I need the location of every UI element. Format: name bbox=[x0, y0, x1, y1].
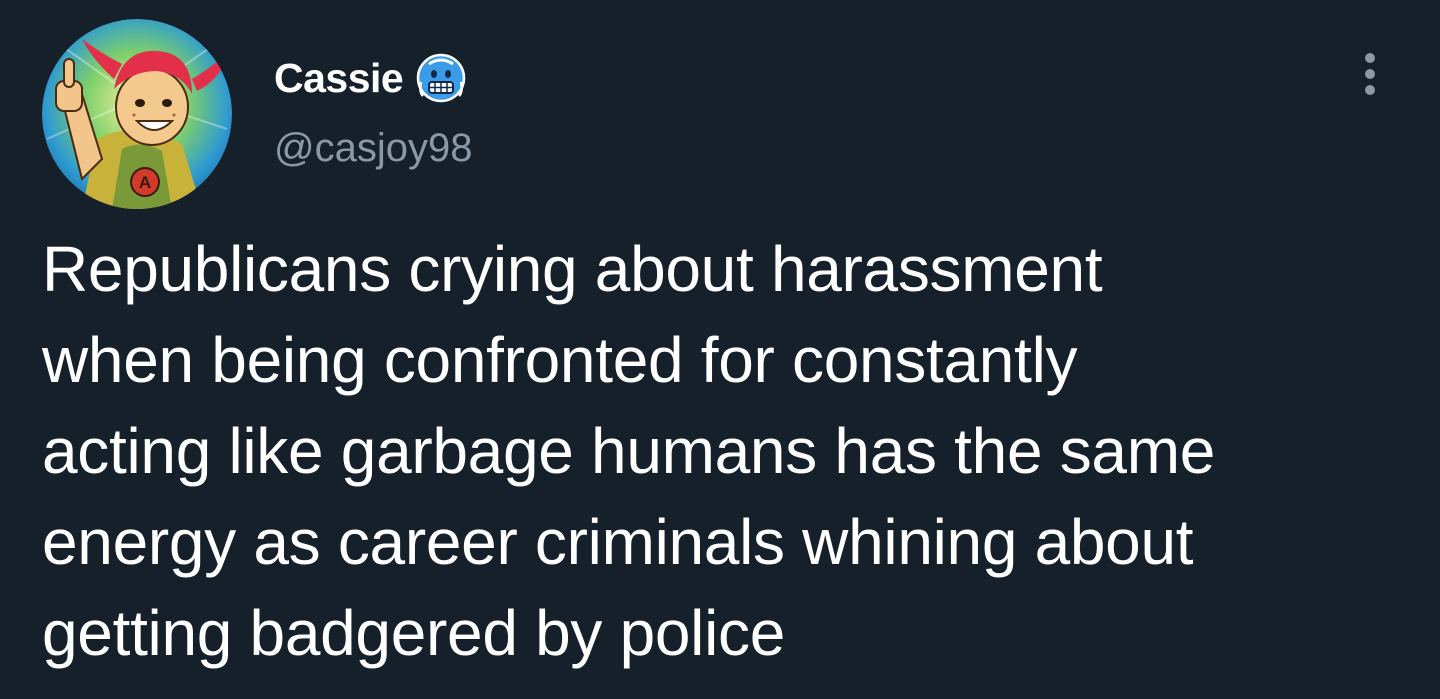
more-options-icon bbox=[1365, 53, 1375, 95]
svg-text:A: A bbox=[139, 173, 151, 192]
cold-face-emoji-icon bbox=[415, 52, 467, 104]
tweet-text: Republicans crying about harassment when… bbox=[42, 233, 1216, 669]
author-name-row: Cassie bbox=[274, 50, 467, 106]
display-name[interactable]: Cassie bbox=[274, 55, 404, 102]
avatar[interactable]: A bbox=[42, 19, 232, 209]
tweet-card: A Cassie @casjoy98 Republicans crying ab… bbox=[0, 0, 1440, 699]
more-options-button[interactable] bbox=[1350, 50, 1390, 100]
cartoon-girl-avatar-icon: A bbox=[42, 19, 232, 209]
author-handle[interactable]: @casjoy98 bbox=[274, 126, 472, 171]
